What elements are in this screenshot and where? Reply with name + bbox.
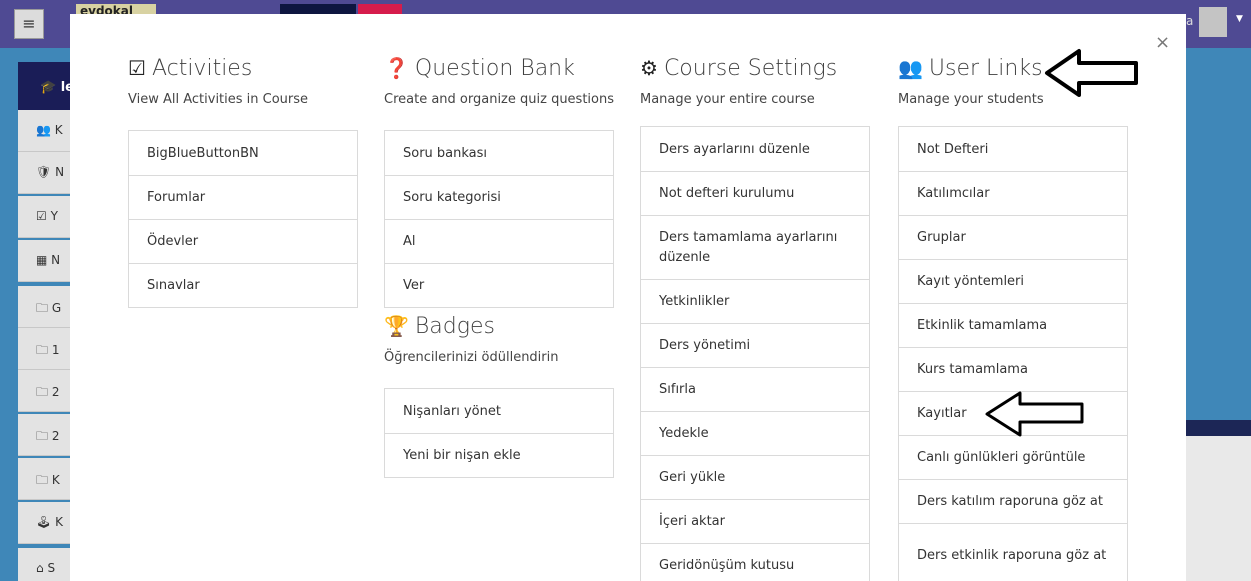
question-bank-title: Question Bank	[414, 55, 575, 81]
cogs-icon: ⚙	[640, 56, 658, 80]
user-links-item[interactable]: Gruplar	[899, 215, 1127, 259]
chevron-down-icon[interactable]: ▼	[1236, 14, 1243, 24]
badges-title: Badges	[414, 313, 495, 339]
drawer-nav-label: 2	[51, 429, 60, 443]
graduation-cap-icon: 🎓	[40, 80, 57, 95]
badges-list: Nişanları yönet Yeni bir nişan ekle	[384, 388, 614, 478]
badges-desc: Öğrencilerinizi ödüllendirin	[384, 350, 559, 365]
folder-icon: 🗀	[36, 473, 49, 487]
course-settings-item[interactable]: Sıfırla	[641, 367, 869, 411]
table-icon: ▦	[36, 253, 48, 267]
badges-item[interactable]: Yeni bir nişan ekle	[385, 433, 613, 477]
user-links-item[interactable]: Kayıt yöntemleri	[899, 259, 1127, 303]
course-settings-item[interactable]: Ders yönetimi	[641, 323, 869, 367]
activities-item[interactable]: Forumlar	[129, 175, 357, 219]
drawer-nav-item[interactable]: 🗀 1	[18, 328, 78, 370]
drawer-nav-item[interactable]: 🗀 G	[18, 286, 78, 328]
course-settings-item[interactable]: İçeri aktar	[641, 499, 869, 543]
shield-icon: 🛡	[36, 165, 52, 179]
course-settings-item[interactable]: Yetkinlikler	[641, 279, 869, 323]
course-settings-item[interactable]: Not defteri kurulumu	[641, 171, 869, 215]
folder-icon: 🗀	[36, 385, 49, 399]
badges-section: 🏆 Badges Öğrencilerinizi ödüllendirin Niş…	[384, 312, 614, 478]
course-settings-section: ⚙ Course Settings Manage your entire cour…	[640, 54, 870, 581]
drawer-nav-label: N	[55, 165, 65, 179]
drawer-nav-label: S	[47, 561, 56, 575]
arrow-annotation-user-links	[1045, 49, 1138, 97]
drawer-nav-label: N	[51, 253, 61, 267]
drawer-nav-label: K	[54, 123, 63, 137]
drawer-nav-label: K	[55, 515, 63, 529]
check-square-icon: ☑	[36, 209, 47, 223]
folder-icon: 🗀	[36, 429, 49, 443]
question-bank-item[interactable]: Soru bankası	[385, 131, 613, 175]
course-settings-item[interactable]: Ders tamamlama ayarlarını düzenle	[641, 215, 869, 279]
course-settings-title: Course Settings	[663, 55, 838, 81]
activities-section: ☑ Activities View All Activities in Cours…	[128, 54, 358, 308]
course-menu-modal: ☑ Activities View All Activities in Cours…	[70, 14, 1186, 581]
users-icon: 👥	[898, 56, 923, 80]
folder-icon: 🗀	[36, 343, 49, 357]
activities-list: BigBlueButtonBN Forumlar Ödevler Sınavlar	[128, 130, 358, 308]
question-bank-list: Soru bankası Soru kategorisi Al Ver	[384, 130, 614, 308]
drawer-nav-item[interactable]: ☑ Y	[18, 196, 78, 238]
activities-item[interactable]: BigBlueButtonBN	[129, 131, 357, 175]
user-links-item[interactable]: Kurs tamamlama	[899, 347, 1127, 391]
drawer-nav-label: 1	[51, 343, 60, 357]
question-bank-item[interactable]: Al	[385, 219, 613, 263]
drawer-nav-item[interactable]: 🗀 2	[18, 414, 78, 456]
arrow-annotation-kayitlar	[985, 391, 1084, 437]
course-settings-item[interactable]: Geri yükle	[641, 455, 869, 499]
user-name-fragment[interactable]: a	[1186, 14, 1193, 28]
user-links-item[interactable]: Etkinlik tamamlama	[899, 303, 1127, 347]
dashboard-icon: 🕹	[36, 515, 52, 529]
drawer-nav-label: Y	[50, 209, 58, 223]
user-links-item[interactable]: Ders katılım raporuna göz at	[899, 479, 1127, 523]
activities-link[interactable]: View All Activities in Course	[128, 92, 358, 112]
user-links-item[interactable]: Not Defteri	[899, 127, 1127, 171]
trophy-icon: 🏆	[384, 314, 409, 338]
user-links-item[interactable]: Ders etkinlik raporuna göz at	[899, 523, 1127, 581]
drawer-nav-item[interactable]: 👥 K	[18, 110, 78, 152]
drawer-nav-item[interactable]: 🛡 N	[18, 152, 78, 194]
drawer-nav-label: 2	[51, 385, 60, 399]
hamburger-menu-button[interactable]: ≡	[14, 9, 44, 39]
badges-item[interactable]: Nişanları yönet	[385, 389, 613, 433]
check-square-icon: ☑	[128, 56, 146, 80]
drawer-course-header[interactable]: 🎓 le	[18, 62, 78, 110]
question-bank-section: ❓ Question Bank Create and organize quiz …	[384, 54, 614, 308]
avatar[interactable]	[1199, 7, 1227, 37]
drawer-nav-item[interactable]: ▦ N	[18, 240, 78, 282]
users-icon: 👥	[36, 123, 51, 137]
user-links-item[interactable]: Canlı günlükleri görüntüle	[899, 435, 1127, 479]
drawer-nav-item[interactable]: 🕹 K	[18, 502, 78, 544]
course-settings-item[interactable]: Ders ayarlarını düzenle	[641, 127, 869, 171]
user-links-list: Not Defteri Katılımcılar Gruplar Kayıt yönt…	[898, 126, 1128, 581]
drawer-nav-item[interactable]: 🗀 2	[18, 370, 78, 412]
activities-item[interactable]: Sınavlar	[129, 263, 357, 307]
question-bank-item[interactable]: Ver	[385, 263, 613, 307]
question-bank-item[interactable]: Soru kategorisi	[385, 175, 613, 219]
activities-title: Activities	[151, 55, 253, 81]
drawer-nav-item[interactable]: 🗀 K	[18, 458, 78, 500]
drawer-nav-label: K	[51, 473, 60, 487]
home-icon: ⌂	[36, 561, 44, 575]
question-bank-desc: Create and organize quiz questions	[384, 92, 615, 107]
question-circle-icon: ❓	[384, 56, 409, 80]
user-links-title: User Links	[928, 55, 1043, 81]
course-settings-list: Ders ayarlarını düzenle Not defteri kurul…	[640, 126, 870, 581]
folder-icon: 🗀	[36, 301, 49, 315]
course-settings-item[interactable]: Geridönüşüm kutusu	[641, 543, 869, 581]
close-icon[interactable]: ×	[1155, 32, 1170, 53]
user-links-section: 👥 User Links Manage your students Not Def…	[898, 54, 1128, 581]
drawer-nav-item[interactable]: ⌂ S	[18, 548, 78, 581]
course-settings-desc: Manage your entire course	[640, 92, 815, 107]
user-links-item[interactable]: Katılımcılar	[899, 171, 1127, 215]
course-settings-item[interactable]: Yedekle	[641, 411, 869, 455]
activities-item[interactable]: Ödevler	[129, 219, 357, 263]
drawer-nav-label: G	[51, 301, 62, 315]
